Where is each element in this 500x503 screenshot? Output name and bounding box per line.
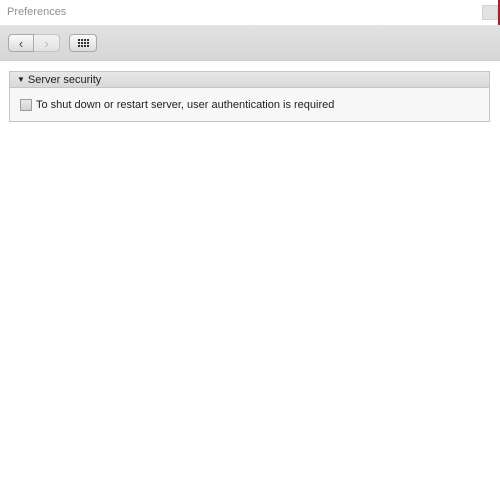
preferences-window: Preferences ‹ › ▼ Server security To shu…	[0, 0, 500, 503]
forward-button[interactable]: ›	[34, 34, 60, 52]
close-button[interactable]	[482, 5, 498, 20]
chevron-left-icon: ‹	[18, 35, 24, 51]
section-server-security: ▼ Server security To shut down or restar…	[9, 71, 490, 122]
show-all-button[interactable]	[69, 34, 97, 52]
back-button[interactable]: ‹	[8, 34, 34, 52]
require-authentication-checkbox[interactable]	[20, 98, 32, 111]
toolbar: ‹ ›	[0, 25, 500, 61]
navigation-group: ‹ ›	[8, 34, 60, 52]
section-title: Server security	[27, 73, 102, 86]
triangle-down-icon: ▼	[17, 74, 25, 84]
chevron-right-icon: ›	[44, 35, 49, 51]
section-body: To shut down or restart server, user aut…	[10, 88, 489, 121]
section-header-server-security[interactable]: ▼ Server security	[10, 72, 489, 88]
grid-icon	[78, 39, 89, 47]
preferences-content: ▼ Server security To shut down or restar…	[0, 61, 500, 503]
window-title: Preferences	[7, 6, 67, 18]
require-authentication-label[interactable]: To shut down or restart server, user aut…	[36, 99, 334, 111]
title-bar: Preferences	[0, 0, 500, 25]
